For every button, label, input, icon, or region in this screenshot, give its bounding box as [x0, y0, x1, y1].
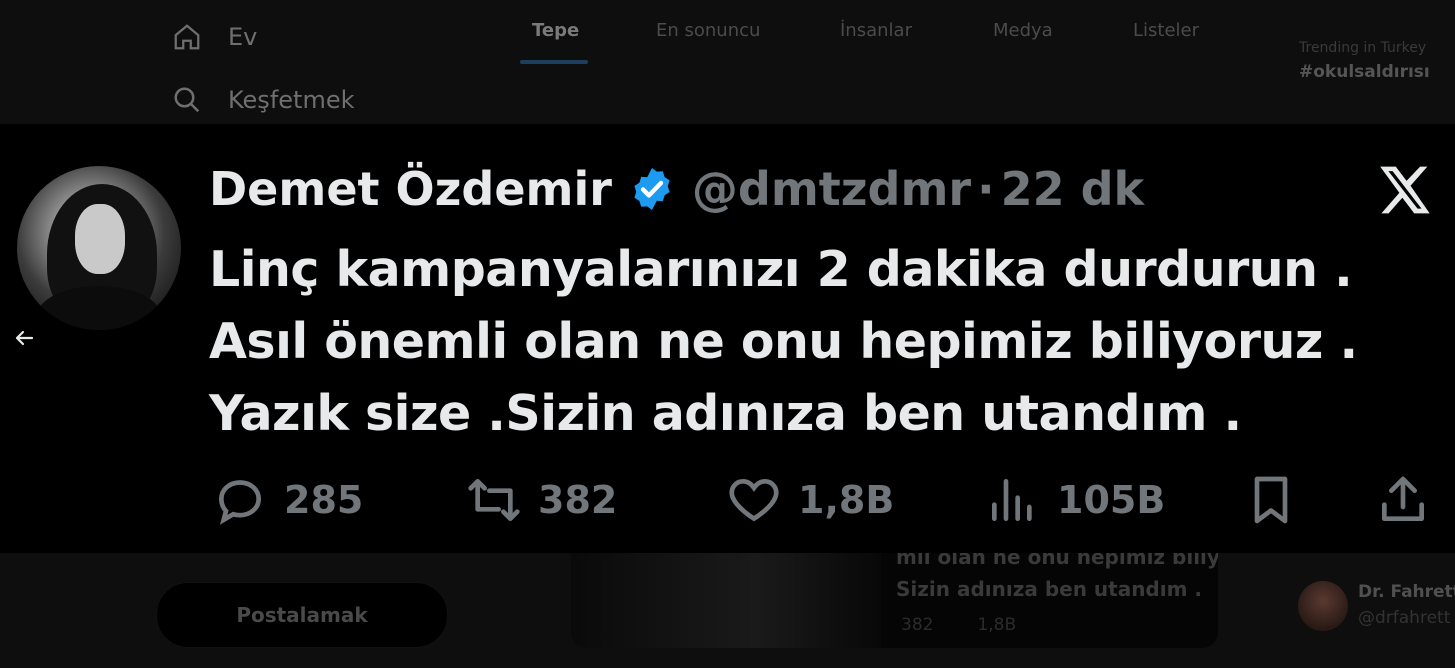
background-tweet-line2: Sizin adınıza ben utandım .	[896, 577, 1203, 601]
verified-badge-icon	[634, 168, 670, 210]
x-logo-icon	[1380, 166, 1430, 214]
user-handle[interactable]: @dmtzdmr	[692, 162, 971, 216]
home-icon	[174, 24, 200, 50]
tab-people[interactable]: İnsanlar	[840, 20, 912, 41]
bookmark-button[interactable]	[1243, 472, 1299, 532]
views-button[interactable]: 105B	[985, 472, 1165, 528]
reply-icon	[218, 480, 262, 525]
share-button[interactable]	[1375, 472, 1431, 532]
tab-lists[interactable]: Listeler	[1133, 20, 1199, 41]
analytics-icon	[992, 479, 1032, 521]
tab-top[interactable]: Tepe	[532, 20, 579, 41]
nav-explore[interactable]: Keşfetmek	[172, 85, 354, 115]
like-count: 1,8B	[798, 478, 895, 522]
share-icon	[1382, 476, 1424, 521]
tweet-actions: 285 382 1,8B 105B	[0, 472, 1455, 532]
trend-hashtag[interactable]: #okulsaldırısı	[1299, 62, 1430, 82]
retweet-icon	[468, 479, 520, 521]
retweet-button[interactable]: 382	[466, 472, 617, 528]
bookmark-icon	[1254, 476, 1288, 524]
nav-explore-label: Keşfetmek	[228, 86, 355, 114]
tweet-overlay: Demet Özdemir @dmtzdmr · 22 dk Linç kamp…	[0, 124, 1455, 553]
background-tweet-stats: 382 1,8B	[901, 615, 1016, 635]
reply-count: 285	[284, 478, 364, 522]
reply-button[interactable]: 285	[212, 472, 363, 528]
background-tweet-line1: mli olan ne onu hepimiz biliyor	[896, 553, 1218, 569]
search-icon	[174, 87, 200, 113]
background-tweet-card: mli olan ne onu hepimiz biliyor Sizin ad…	[571, 553, 1218, 648]
tweet-text: Linç kampanyalarınızı 2 dakika durdurun …	[209, 241, 1358, 442]
avatar[interactable]	[17, 166, 181, 330]
suggestion-handle: @drfahrett	[1358, 608, 1451, 628]
suggestion-avatar[interactable]	[1298, 581, 1348, 631]
suggestion-name[interactable]: Dr. Fahrett	[1358, 582, 1455, 602]
tab-media[interactable]: Medya	[993, 20, 1053, 41]
tab-latest[interactable]: En sonuncu	[656, 20, 760, 41]
background-like-count: 1,8B	[977, 615, 1017, 635]
display-name[interactable]: Demet Özdemir	[209, 162, 612, 216]
background-retweet-count: 382	[901, 615, 934, 635]
post-button[interactable]: Postalamak	[156, 582, 448, 648]
active-tab-indicator	[520, 60, 588, 64]
back-arrow-icon[interactable]	[12, 326, 36, 350]
tweet-time[interactable]: 22 dk	[1001, 162, 1145, 216]
background-tweet-image	[571, 553, 881, 648]
nav-home-label: Ev	[228, 23, 258, 51]
view-count: 105B	[1057, 478, 1166, 522]
trend-context: Trending in Turkey	[1299, 40, 1427, 56]
like-button[interactable]: 1,8B	[726, 472, 894, 528]
tweet-header: Demet Özdemir @dmtzdmr · 22 dk	[209, 162, 1144, 216]
heart-icon	[729, 478, 779, 522]
retweet-count: 382	[538, 478, 618, 522]
header-separator: ·	[977, 162, 995, 216]
nav-home[interactable]: Ev	[172, 22, 257, 52]
